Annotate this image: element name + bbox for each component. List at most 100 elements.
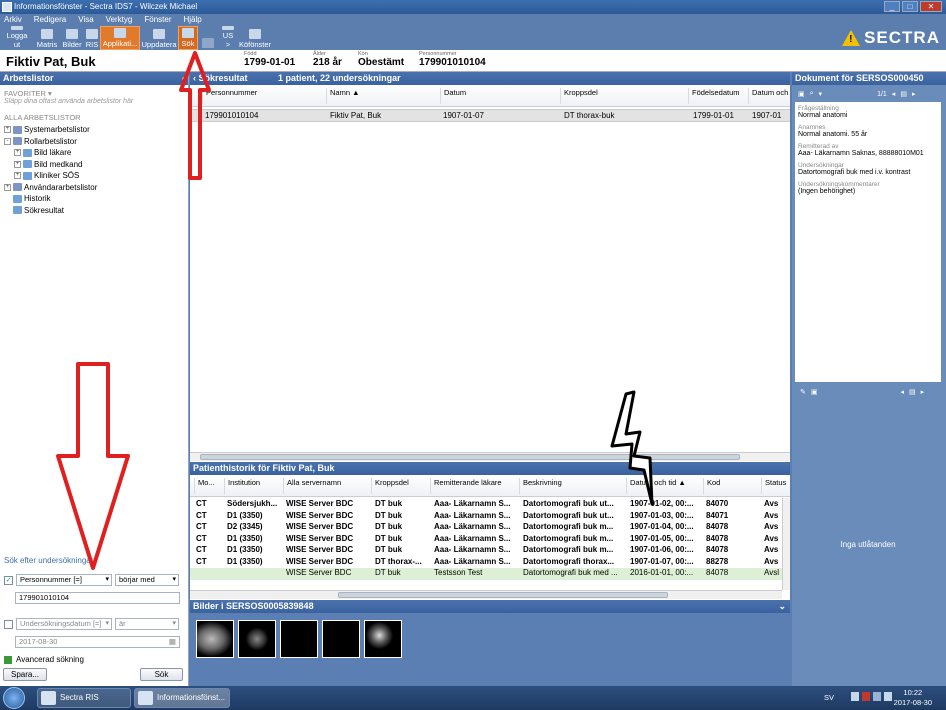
image-thumbnail[interactable] [322,620,360,658]
language-indicator[interactable]: SV [824,693,834,702]
collapse-icon[interactable]: - [4,137,11,145]
col-bodypart[interactable]: Kroppsdel [371,478,430,494]
minimize-button[interactable]: _ [884,1,900,12]
criteria-1-value-input[interactable]: 179901010104 [15,592,180,604]
criteria-1-field-select[interactable]: Personnummer [=] ▾ [16,574,112,586]
table-row[interactable]: 179901010104 Fiktiv Pat, Buk 1907-01-07 … [190,109,790,122]
tree-node-history[interactable]: Historik [13,193,188,205]
queue-button[interactable]: Köfönster [238,26,272,50]
col-datum[interactable]: Datum [440,88,560,104]
image-thumbnail[interactable] [238,620,276,658]
ris-button[interactable]: RIS [84,26,100,50]
col-description[interactable]: Beskrivning [519,478,626,494]
col-modality[interactable]: Mo... [194,478,224,494]
tree-node-kliniker-sos[interactable]: + Kliniker SÖS [14,170,188,182]
menu-arkiv[interactable]: Arkiv [4,15,22,24]
table-row[interactable]: CT Södersjukh... WISE Server BDC DT buk Aaa-… [190,499,782,511]
expand-icon[interactable]: + [4,183,11,191]
tree-node-search-results[interactable]: Sökresultat [13,205,188,217]
menu-verktyg[interactable]: Verktyg [106,15,133,24]
tree-node-roles[interactable]: - Rollarbetslistor [4,136,188,148]
task-information-window[interactable]: Informationsfönst... [134,688,230,708]
collapse-left-icon[interactable]: ‹ [182,72,185,85]
calendar-icon[interactable]: ▦ [169,637,176,647]
table-row[interactable]: CT D1 (3350) WISE Server BDC DT buk Aaa- Läk… [190,545,782,557]
table-row[interactable]: CT D1 (3350) WISE Server BDC DT buk Aaa- Läk… [190,534,782,546]
refresh-button[interactable]: Uppdatera [140,26,178,50]
history-horizontal-scrollbar[interactable] [190,590,782,599]
edit-icon[interactable]: ✎ [800,388,806,396]
criteria-2-value-input[interactable]: 2017-08-30 ▦ [15,636,180,648]
col-datetime[interactable]: Datum och tid ▲ [626,478,703,494]
next-statement-icon[interactable]: ▸ [921,388,925,396]
images-button[interactable]: Bilder [60,26,84,50]
advanced-search-link[interactable]: Avancerad sökning [16,655,84,664]
us-button[interactable]: US > [218,26,238,50]
table-row[interactable]: CT D1 (3350) WISE Server BDC DT thorax-... A… [190,557,782,569]
col-namn[interactable]: Namn ▲ [326,88,440,104]
prev-statement-icon[interactable]: ◂ [901,388,905,396]
tree-node-user[interactable]: + Användararbetslistor [4,182,188,194]
tree-node-system[interactable]: + Systemarbetslistor [4,124,188,136]
criteria-2-checkbox[interactable] [4,619,13,629]
start-button[interactable] [3,687,25,709]
undo-button[interactable] [198,26,218,50]
next-page-icon[interactable]: ▸ [912,90,916,98]
save-search-button[interactable]: Spara... [3,668,47,681]
image-thumbnail[interactable] [280,620,318,658]
menu-redigera[interactable]: Redigera [34,15,66,24]
collapse-images-icon[interactable]: ⌄ [778,600,786,613]
dropdown-icon[interactable]: ▾ [819,90,823,98]
col-code[interactable]: Kod [703,478,761,494]
tray-network-icon[interactable] [873,692,881,701]
logout-button[interactable]: Logga ut [0,26,34,50]
print-icon[interactable]: ▣ [811,388,818,396]
expand-icon[interactable]: + [14,149,21,157]
scroll-thumb[interactable] [338,592,668,598]
criteria-2-field-select[interactable]: Undersökningsdatum [=] ▾ [16,618,112,630]
menu-fonster[interactable]: Fönster [144,15,171,24]
col-status[interactable]: Status [761,478,787,494]
application-button[interactable]: Applikati... [100,26,140,50]
close-button[interactable]: ✕ [920,1,942,12]
print-icon[interactable]: ▣ [798,90,805,98]
table-row[interactable]: CT D2 (3345) WISE Server BDC DT buk Aaa- Läk… [190,522,782,534]
table-row[interactable]: WISE Server BDC DT buk Testsson Test Datort… [190,568,782,580]
image-thumbnail[interactable] [196,620,234,658]
maximize-button[interactable]: □ [902,1,918,12]
tray-volume-icon[interactable] [884,692,892,701]
criteria-2-operator-select[interactable]: är ▾ [115,618,179,630]
col-kroppsdel[interactable]: Kroppsdel [560,88,688,104]
expand-icon[interactable]: + [4,126,11,134]
prev-page-icon[interactable]: ◂ [892,90,896,98]
col-personnummer[interactable]: Personnummer [202,88,326,104]
image-thumbnail[interactable] [364,620,402,658]
menu-visa[interactable]: Visa [78,15,93,24]
copy-icon[interactable]: ▤ [909,388,916,396]
col-institution[interactable]: Institution [224,478,283,494]
menu-hjalp[interactable]: Hjälp [183,15,201,24]
task-sectra-ris[interactable]: Sectra RIS (Europe... [37,688,131,708]
col-server[interactable]: Alla servernamn [283,478,371,494]
matrix-button[interactable]: Matris [34,26,60,50]
search-submit-button[interactable]: Sök [140,668,183,681]
expand-icon[interactable]: + [14,160,21,168]
tray-security-icon[interactable] [862,692,870,701]
copy-icon[interactable]: ▤ [900,90,907,98]
tray-flag-icon[interactable] [851,692,859,701]
table-row[interactable]: CT D1 (3350) WISE Server BDC DT buk Aaa- Läk… [190,511,782,523]
criteria-1-operator-select[interactable]: börjar med ▾ [115,574,179,586]
tree-node-bild-lakare[interactable]: + Bild läkare [14,147,188,159]
col-fodelsedatum[interactable]: Födelsedatum [688,88,748,104]
criteria-1-checkbox[interactable]: ✓ [4,575,13,585]
col-datum-och[interactable]: Datum och [748,88,790,104]
tree-node-bild-medkand[interactable]: + Bild medkand [14,159,188,171]
clock[interactable]: 10:22 2017-08-30 [894,688,932,708]
expand-icon[interactable]: + [14,172,21,180]
scroll-thumb[interactable] [200,454,740,460]
col-referring[interactable]: Remitterande läkare [430,478,519,494]
history-vertical-scrollbar[interactable] [782,498,790,590]
warning-icon[interactable]: ! [842,30,861,46]
favorites-section[interactable]: FAVORITER ▾ [4,89,188,98]
zoom-icon[interactable]: ⌕ [810,90,814,98]
